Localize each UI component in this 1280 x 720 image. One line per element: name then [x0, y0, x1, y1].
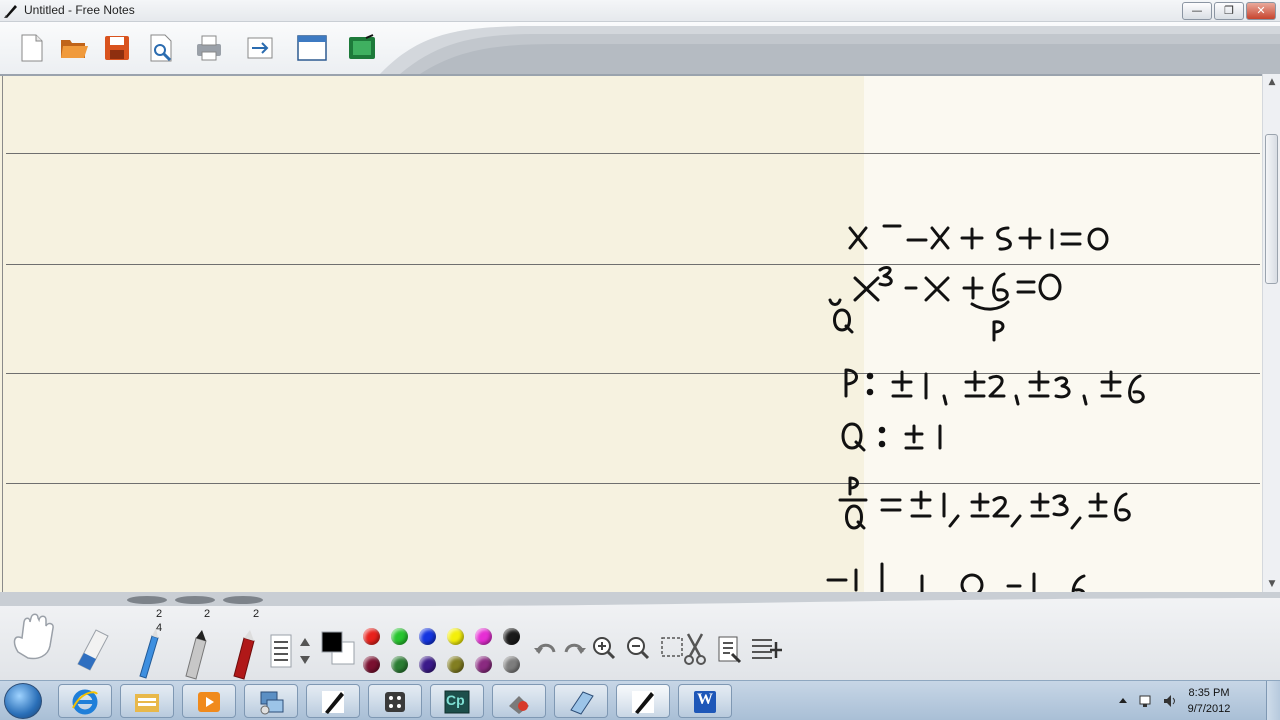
main-toolbar	[0, 22, 1280, 74]
taskbar-free-notes[interactable]	[306, 684, 360, 718]
print-preview-icon[interactable]	[145, 32, 177, 64]
taskbar-internet-explorer[interactable]	[58, 684, 112, 718]
restore-button[interactable]: ❐	[1214, 2, 1244, 20]
window-title: Untitled - Free Notes	[24, 3, 135, 17]
taskbar-captivate[interactable]: Cp	[430, 684, 484, 718]
zoom-in-icon[interactable]	[592, 636, 616, 660]
redo-icon[interactable]	[562, 638, 586, 660]
color-dark-green[interactable]	[391, 656, 408, 673]
media-player-icon	[198, 692, 220, 712]
color-purple[interactable]	[475, 656, 492, 673]
color-gray[interactable]	[503, 656, 520, 673]
free-notes-active-icon	[632, 691, 654, 714]
show-hidden-icons-icon[interactable]	[1115, 693, 1131, 709]
dice-app-icon	[385, 692, 405, 712]
taskbar-word[interactable]: W	[678, 684, 732, 718]
pen-toolbar: 2 4 2 2	[0, 592, 1280, 680]
color-yellow[interactable]	[447, 628, 464, 645]
system-clock[interactable]: 8:35 PM 9/7/2012	[1174, 685, 1244, 717]
internet-explorer-icon	[72, 689, 98, 715]
line-width-stepper[interactable]	[296, 634, 314, 668]
taskbar: Cp W 8:35 PM 9/7/2012	[0, 680, 1280, 720]
scroll-thumb[interactable]	[1265, 134, 1278, 284]
handwriting-ink	[826, 224, 1145, 592]
notepad-icon	[570, 691, 594, 715]
paste-icon[interactable]	[716, 634, 742, 664]
close-button[interactable]: ✕	[1246, 2, 1276, 20]
color-red[interactable]	[363, 628, 380, 645]
title-bar: Untitled - Free Notes — ❐ ✕	[0, 0, 1280, 22]
pen-size-label: 2	[155, 608, 163, 620]
hand-pan-icon[interactable]	[8, 612, 62, 662]
taskbar-installer[interactable]	[492, 684, 546, 718]
file-explorer-icon	[135, 694, 159, 712]
network-app-icon	[260, 691, 284, 715]
save-icon[interactable]	[101, 32, 133, 64]
marker-tool-icon[interactable]	[180, 626, 210, 680]
marker-size-label: 2	[203, 608, 211, 620]
scissors-icon[interactable]	[682, 632, 708, 666]
window-icon[interactable]	[296, 32, 328, 64]
show-desktop-button[interactable]	[1266, 681, 1280, 720]
installer-icon	[509, 696, 529, 714]
pen-tool-icon[interactable]	[132, 626, 162, 680]
new-file-icon[interactable]	[16, 32, 48, 64]
taskbar-dice-app[interactable]	[368, 684, 422, 718]
scroll-up-arrow-icon[interactable]: ▲	[1263, 74, 1280, 90]
insert-space-icon[interactable]	[750, 634, 782, 664]
toolbar-decoration	[380, 26, 1280, 74]
start-button[interactable]	[4, 683, 42, 719]
free-notes-app-icon	[4, 5, 17, 18]
color-olive[interactable]	[447, 656, 464, 673]
line-width-icon[interactable]	[270, 634, 292, 668]
taskbar-file-explorer[interactable]	[120, 684, 174, 718]
taskbar-media-player[interactable]	[182, 684, 236, 718]
highlighter-tool-icon[interactable]	[228, 626, 258, 680]
color-dark-red[interactable]	[363, 656, 380, 673]
zoom-out-icon[interactable]	[626, 636, 650, 660]
taskbar-network-app[interactable]	[244, 684, 298, 718]
export-icon[interactable]	[244, 32, 276, 64]
color-blue[interactable]	[419, 628, 436, 645]
capture-icon[interactable]	[346, 32, 378, 64]
current-color-icon[interactable]	[320, 630, 356, 666]
minimize-button[interactable]: —	[1182, 2, 1212, 20]
word-label: W	[697, 691, 713, 708]
vertical-scrollbar[interactable]: ▲ ▼	[1262, 74, 1280, 592]
free-notes-icon	[322, 691, 344, 714]
highlighter-size-label: 2	[252, 608, 260, 620]
eraser-icon[interactable]	[72, 624, 112, 678]
note-page[interactable]	[0, 74, 1262, 592]
open-folder-icon[interactable]	[58, 32, 90, 64]
color-green[interactable]	[391, 628, 408, 645]
scroll-down-arrow-icon[interactable]: ▼	[1263, 576, 1280, 592]
clock-date: 9/7/2012	[1187, 703, 1231, 715]
color-magenta[interactable]	[475, 628, 492, 645]
network-tray-icon[interactable]	[1138, 693, 1154, 709]
taskbar-notepad[interactable]	[554, 684, 608, 718]
clock-time: 8:35 PM	[1188, 687, 1230, 699]
color-dark-blue[interactable]	[419, 656, 436, 673]
undo-icon[interactable]	[534, 638, 558, 660]
color-black[interactable]	[503, 628, 520, 645]
print-icon[interactable]	[193, 32, 225, 64]
taskbar-free-notes-active[interactable]	[616, 684, 670, 718]
captivate-label: Cp	[446, 692, 465, 708]
